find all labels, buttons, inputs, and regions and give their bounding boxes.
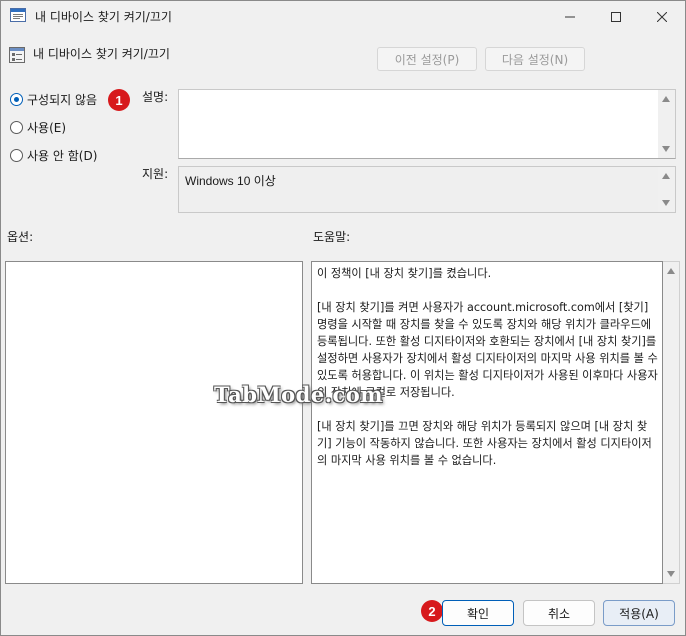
policy-title: 내 디바이스 찾기 켜기/끄기 [33,47,170,61]
scroll-down-icon[interactable] [667,571,675,577]
supported-on-label: 지원: [142,167,169,181]
scroll-down-icon[interactable] [662,200,670,206]
supported-on-scrollbar[interactable] [658,167,675,212]
help-scrollbar[interactable] [663,261,680,584]
help-panel[interactable]: 이 정책이 [내 장치 찾기]를 켰습니다. [내 장치 찾기]를 켜면 사용자… [311,261,663,584]
ok-button[interactable]: 확인 [442,600,514,626]
radio-button-checked[interactable] [10,92,23,106]
radio-button[interactable] [10,120,23,134]
minimize-icon[interactable] [547,1,593,32]
cancel-button[interactable]: 취소 [523,600,595,626]
radio-button[interactable] [10,148,23,162]
maximize-icon[interactable] [593,1,639,32]
apply-button[interactable]: 적용(A) [603,600,675,626]
scroll-up-icon[interactable] [662,96,670,102]
description-scrollbar[interactable] [658,90,675,158]
supported-on-value: Windows 10 이상 [185,174,276,188]
radio-label: 구성되지 않음 [27,92,98,107]
help-text: 이 정책이 [내 장치 찾기]를 켰습니다. [내 장치 찾기]를 켜면 사용자… [317,265,659,486]
policy-setting-icon [9,47,25,63]
title-bar[interactable]: 내 디바이스 찾기 켜기/끄기 [1,1,685,32]
scroll-up-icon[interactable] [667,268,675,274]
policy-dialog: 내 디바이스 찾기 켜기/끄기 내 디바이스 찾기 켜기/끄기 이전 설정(P)… [0,0,686,636]
radio-not-configured[interactable]: 구성되지 않음 [10,90,97,108]
policy-app-icon [10,8,26,22]
close-icon[interactable] [639,1,685,32]
previous-setting-button[interactable]: 이전 설정(P) [377,47,477,71]
watermark: TabMode.com [214,382,384,407]
step-badge-1: 1 [108,89,130,111]
scroll-down-icon[interactable] [662,146,670,152]
description-box[interactable] [178,89,676,159]
step-badge-2: 2 [421,600,443,622]
radio-label: 사용 안 함(D) [27,148,98,163]
next-setting-button[interactable]: 다음 설정(N) [485,47,585,71]
options-panel [5,261,303,584]
radio-label: 사용(E) [27,120,67,135]
supported-on-box[interactable]: Windows 10 이상 [178,166,676,213]
help-label: 도움말: [313,230,351,244]
window-title: 내 디바이스 찾기 켜기/끄기 [35,10,172,24]
radio-disabled[interactable]: 사용 안 함(D) [10,146,97,164]
radio-enabled[interactable]: 사용(E) [10,118,66,136]
options-label: 옵션: [7,230,34,244]
scroll-up-icon[interactable] [662,173,670,179]
help-paragraph: [내 장치 찾기]를 끄면 장치와 해당 위치가 등록되지 않으며 [내 장치 … [317,420,652,467]
description-label: 설명: [142,90,169,104]
help-paragraph: 이 정책이 [내 장치 찾기]를 켰습니다. [317,267,492,280]
